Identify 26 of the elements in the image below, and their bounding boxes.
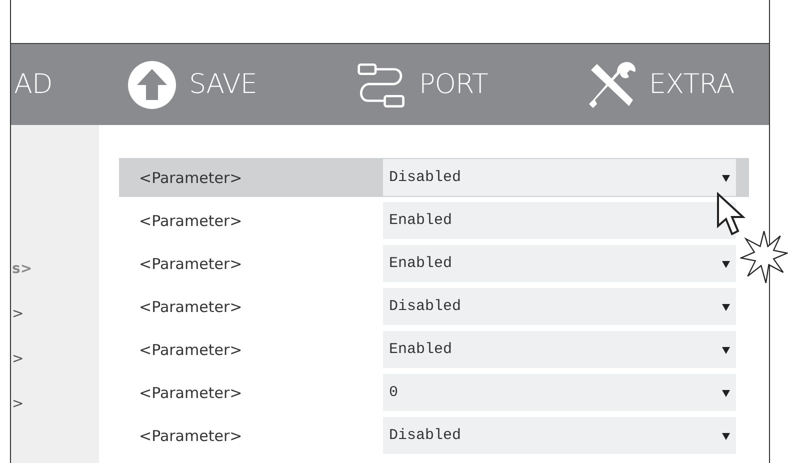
- dropdown-arrow-icon: [722, 388, 730, 396]
- dropdown-arrow-icon: [722, 432, 730, 440]
- dropdown-arrow-icon: [722, 302, 730, 310]
- dropdown-field[interactable]: Disabled: [383, 159, 736, 196]
- sidebar-item[interactable]: >: [11, 307, 99, 321]
- parameter-label: <Parameter>: [139, 340, 244, 358]
- dropdown-field[interactable]: Enabled: [383, 202, 736, 239]
- dropdown-field[interactable]: Enabled: [383, 331, 736, 368]
- dropdown-arrow-icon: [722, 174, 730, 182]
- parameter-label: <Parameter>: [139, 254, 244, 272]
- parameter-label: <Parameter>: [139, 212, 244, 230]
- dropdown-field[interactable]: Disabled: [383, 288, 736, 325]
- dropdown-arrow-icon: [722, 346, 730, 354]
- parameter-label: <Parameter>: [139, 384, 244, 402]
- selected-row[interactable]: <Parameter> Disabled: [119, 158, 749, 197]
- dropdown-field[interactable]: Enabled: [383, 245, 736, 282]
- dropdown-field[interactable]: Disabled: [383, 417, 736, 454]
- dropdown-field[interactable]: 0: [383, 374, 736, 411]
- parameter-label: <Parameter>: [139, 426, 244, 444]
- tools-icon: [587, 60, 637, 110]
- upload-icon: [127, 60, 177, 110]
- parameter-label: <Parameter>: [139, 298, 244, 316]
- sidebar-item[interactable]: >: [11, 397, 99, 411]
- sidebar-item[interactable]: >: [11, 352, 99, 366]
- parameter-label: <Parameter>: [139, 168, 244, 186]
- dropdown-arrow-icon: [722, 260, 730, 268]
